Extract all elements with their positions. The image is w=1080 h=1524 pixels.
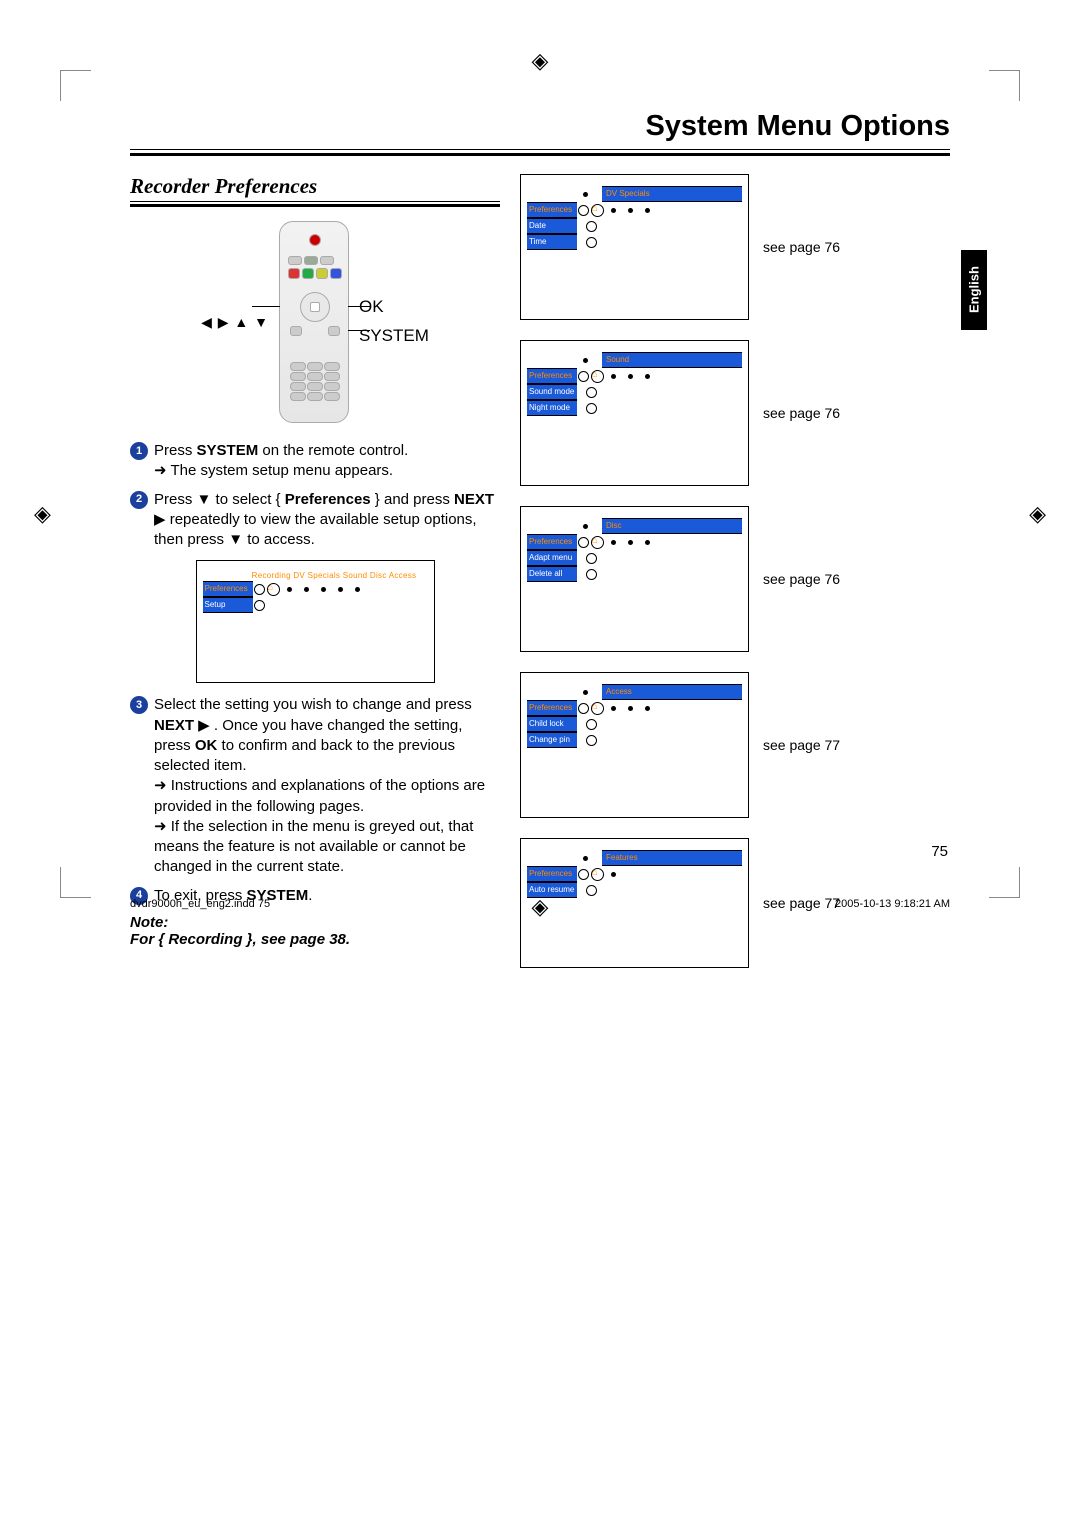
menu-item: Change pin [527,732,577,748]
submenu-block: Disc PreferencesAdapt menuDelete all see p… [520,506,950,652]
system-button-label: SYSTEM [359,322,429,351]
step-number: 1 [130,442,148,460]
menu-item: Setup [203,597,253,613]
menu-item: Delete all [527,566,577,582]
note-block: Note: For { Recording }, see page 38. [130,914,500,948]
menu-item: Preferences [527,866,577,882]
menu-item: Adapt menu [527,550,577,566]
note-text: For { Recording }, see page 38. [130,931,500,948]
menu-item: Preferences [527,202,577,218]
menu-item: Preferences [527,700,577,716]
see-page-ref: see page 76 [763,571,840,587]
step-2: 2 Press ▼ to select { Preferences } and … [130,490,500,551]
footer-timestamp: 2005-10-13 9:18:21 AM [835,898,950,910]
see-page-ref: see page 76 [763,405,840,421]
submenu-header: DV Specials [602,186,742,202]
see-page-ref: see page 76 [763,239,840,255]
preferences-menu-screenshot: Recording DV Specials Sound Disc Access … [196,560,435,683]
remote-control-icon [279,221,349,423]
submenu-header: Sound [602,352,742,368]
step-number: 3 [130,696,148,714]
registration-mark-icon: ◈ [532,48,549,74]
submenu-header: Features [602,850,742,866]
menu-item: Preferences [527,534,577,550]
menu-item: Child lock [527,716,577,732]
page-number: 75 [931,843,948,860]
submenu-screenshot: Sound PreferencesSound modeNight mode [520,340,749,486]
language-tab: English [961,250,987,330]
menu-item: Time [527,234,577,250]
menu-item: Date [527,218,577,234]
note-label: Note: [130,914,500,931]
submenu-header: Access [602,684,742,700]
registration-mark-icon: ◈ [1029,501,1046,527]
submenu-block: Access PreferencesChild lockChange pin see… [520,672,950,818]
ok-button-label: OK [359,293,429,322]
submenu-screenshot: Access PreferencesChild lockChange pin [520,672,749,818]
step-3: 3 Select the setting you wish to change … [130,695,500,877]
page-title: System Menu Options [130,110,950,150]
remote-diagram: ◀ ▶ ▲ ▼ [130,221,500,423]
footer-filename: dvdr9000h_eu_eng2.indd 75 [130,898,270,910]
arrow-keys-label: ◀ ▶ ▲ ▼ [201,314,269,331]
menu-item: Preferences [203,581,253,597]
submenu-block: Sound PreferencesSound modeNight mode see … [520,340,950,486]
registration-mark-icon: ◈ [34,501,51,527]
submenu-screenshot: Disc PreferencesAdapt menuDelete all [520,506,749,652]
submenu-header: Disc [602,518,742,534]
step-1: 1 Press SYSTEM on the remote control. ➜ … [130,441,500,482]
menu-item: Sound mode [527,384,577,400]
section-heading: Recorder Preferences [130,174,500,202]
step-number: 2 [130,491,148,509]
submenu-screenshot: DV Specials PreferencesDateTime [520,174,749,320]
submenu-block: DV Specials PreferencesDateTime see page 7… [520,174,950,320]
menu-item: Preferences [527,368,577,384]
menu-tabs: Recording DV Specials Sound Disc Access [203,571,428,580]
see-page-ref: see page 77 [763,737,840,753]
menu-item: Night mode [527,400,577,416]
